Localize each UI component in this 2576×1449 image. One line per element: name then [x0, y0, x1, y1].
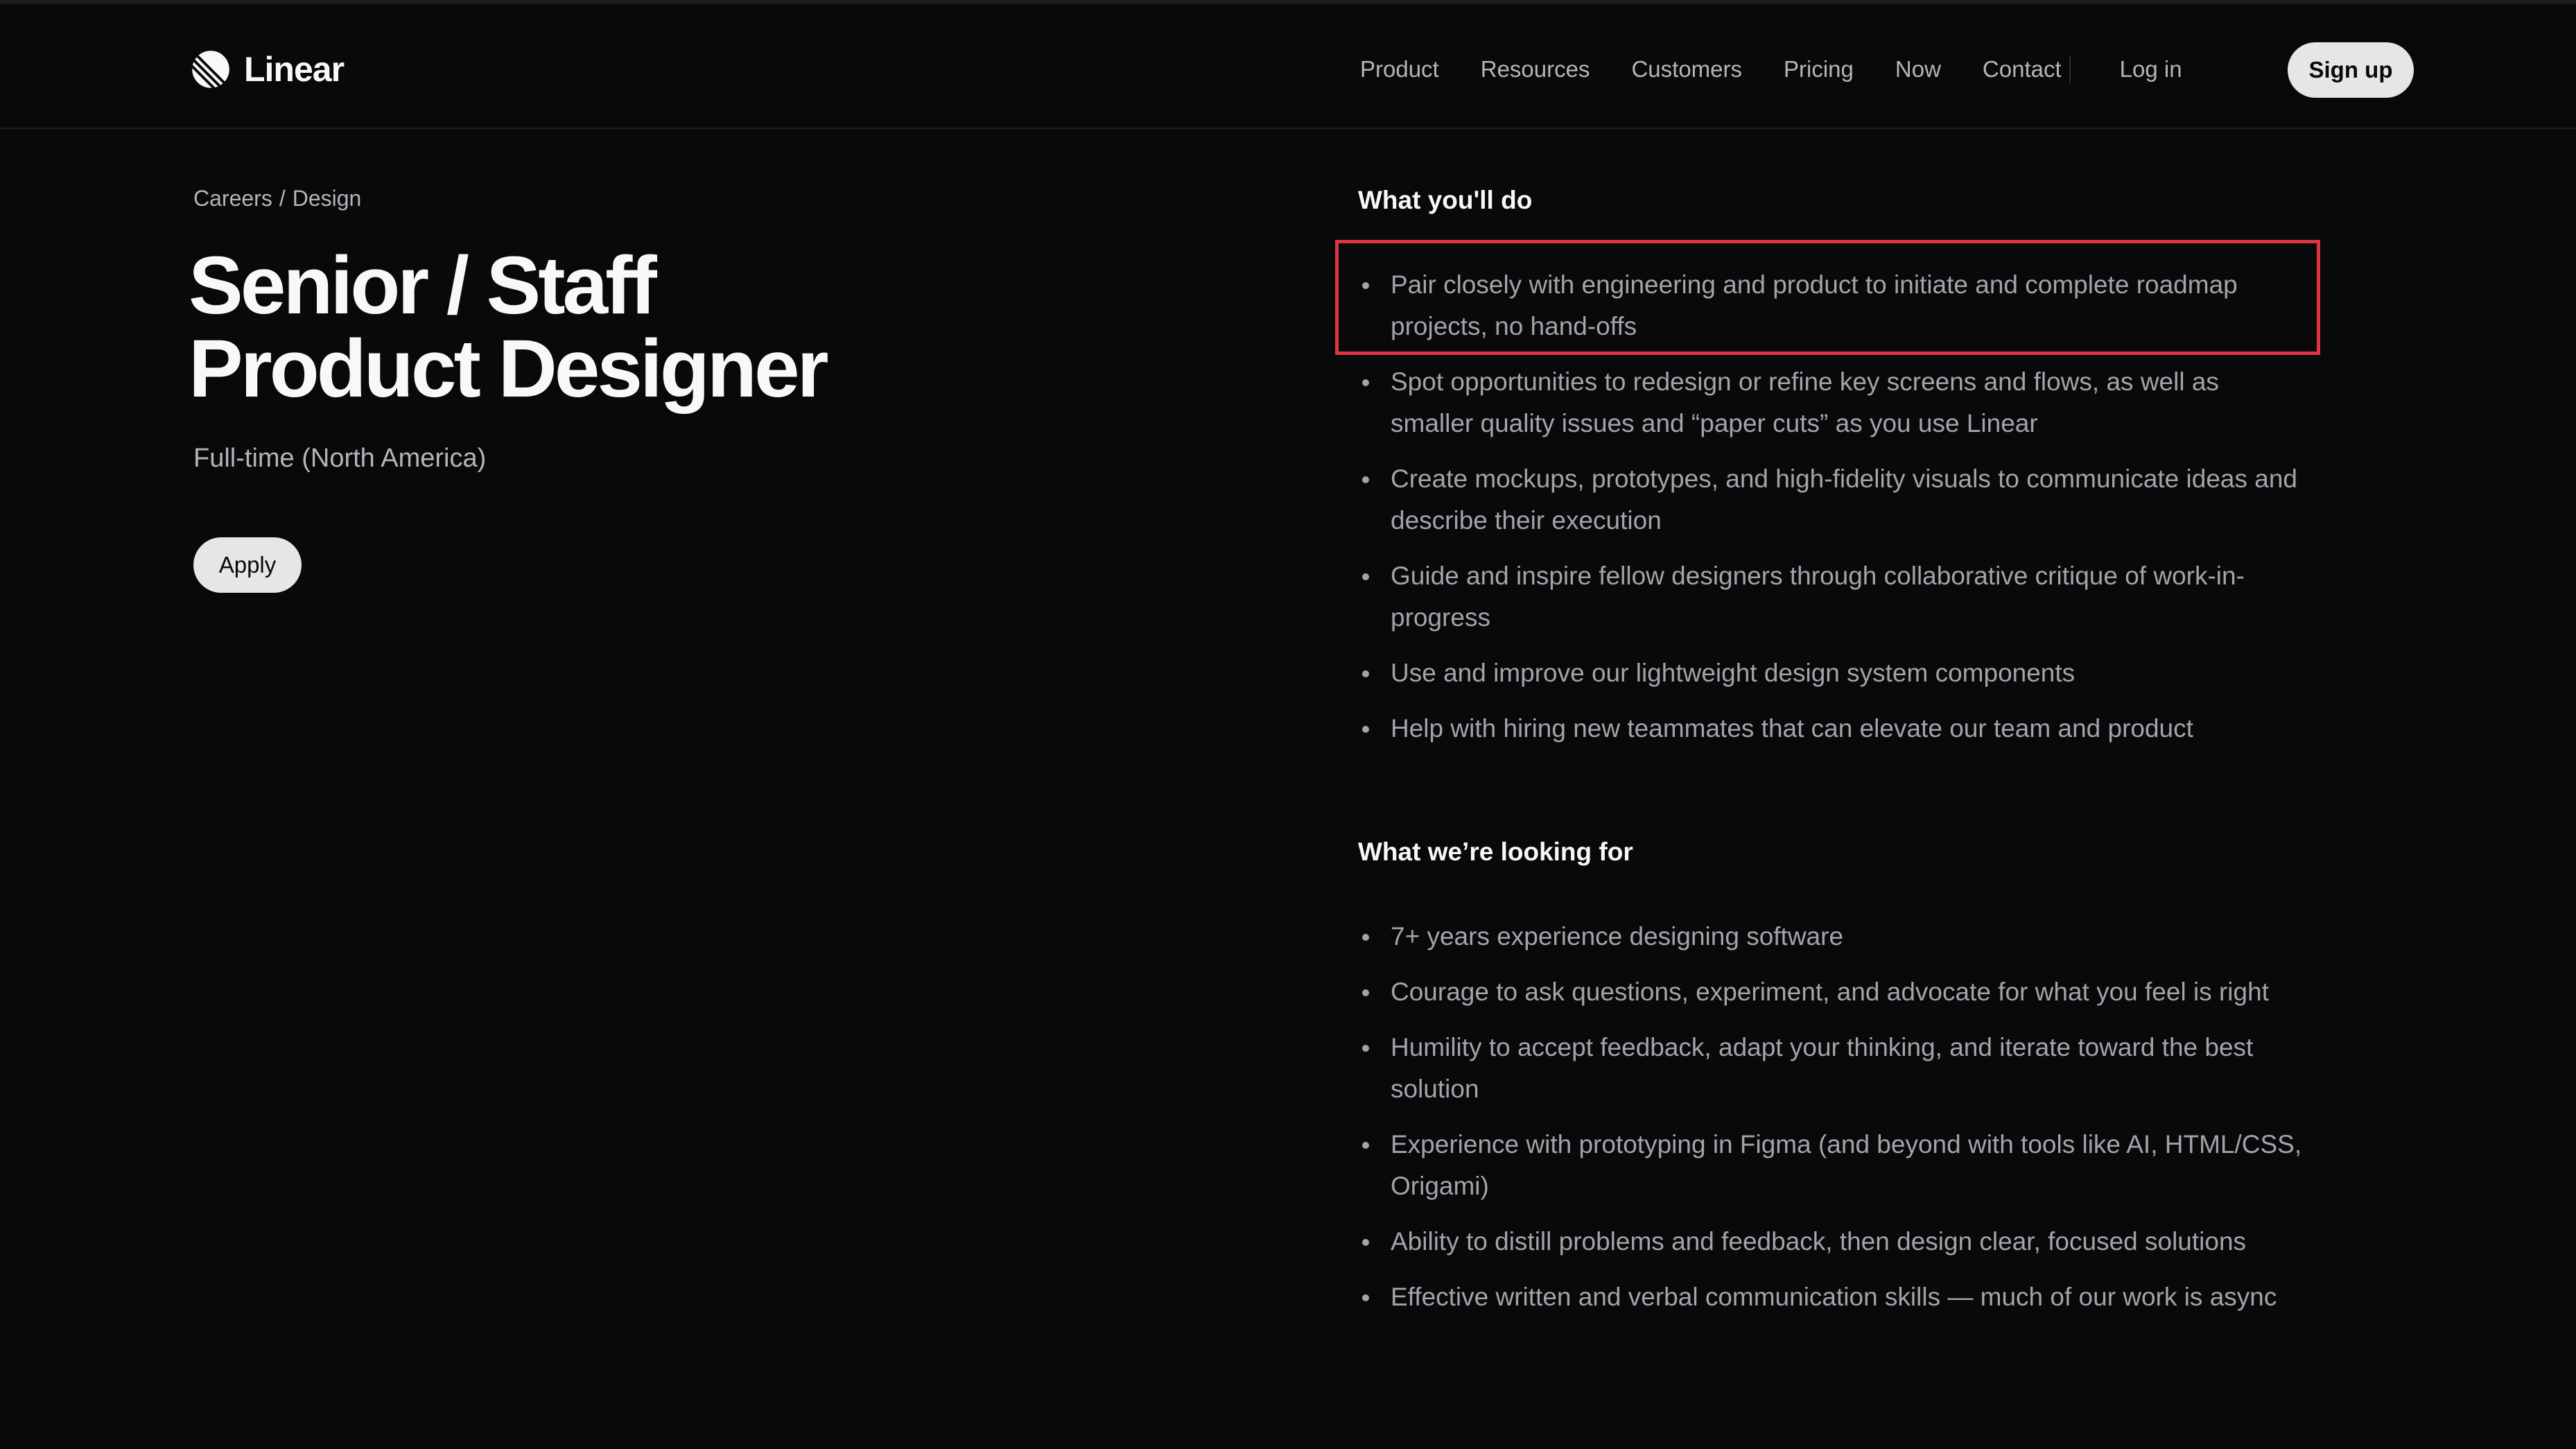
apply-button[interactable]: Apply [193, 537, 302, 593]
bullet-dot-icon [1362, 934, 1369, 941]
bullet-dot-icon [1362, 1294, 1369, 1301]
linear-logo-icon [191, 50, 230, 89]
responsibilities-list: Pair closely with engineering and produc… [1358, 264, 2308, 763]
list-item: Ability to distill problems and feedback… [1358, 1221, 2308, 1263]
section-heading-what-were-looking-for: What we’re looking for [1358, 838, 1633, 866]
list-item: Spot opportunities to redesign or refine… [1358, 361, 2308, 444]
list-item: 7+ years experience designing software [1358, 916, 2308, 957]
list-item: Create mockups, prototypes, and high-fid… [1358, 458, 2308, 541]
list-item: Experience with prototyping in Figma (an… [1358, 1124, 2308, 1207]
bullet-dot-icon [1362, 989, 1369, 996]
signup-button[interactable]: Sign up [2288, 42, 2414, 98]
nav-link-contact[interactable]: Contact [1983, 56, 2062, 83]
brand-name: Linear [244, 50, 345, 89]
nav-link-product[interactable]: Product [1360, 56, 1439, 83]
nav-link-resources[interactable]: Resources [1481, 56, 1590, 83]
job-page: Linear Product Resources Customers Prici… [0, 0, 2576, 1449]
bullet-dot-icon [1362, 573, 1369, 580]
bullet-dot-icon [1362, 282, 1369, 289]
breadcrumb: Careers / Design [193, 186, 361, 211]
bullet-dot-icon [1362, 1239, 1369, 1246]
list-item: Help with hiring new teammates that can … [1358, 708, 2308, 749]
nav-link-now[interactable]: Now [1895, 56, 1941, 83]
main-nav: Product Resources Customers Pricing Now … [1360, 47, 2217, 92]
breadcrumb-design[interactable]: Design [293, 186, 362, 211]
list-item: Guide and inspire fellow designers throu… [1358, 555, 2308, 639]
nav-link-pricing[interactable]: Pricing [1784, 56, 1854, 83]
nav-link-customers[interactable]: Customers [1631, 56, 1742, 83]
breadcrumb-separator: / [279, 186, 286, 211]
bullet-dot-icon [1362, 726, 1369, 733]
login-link[interactable]: Log in [2120, 56, 2182, 83]
list-item: Effective written and verbal communicati… [1358, 1276, 2308, 1318]
nav-divider [2069, 55, 2071, 83]
list-item: Humility to accept feedback, adapt your … [1358, 1027, 2308, 1110]
bullet-dot-icon [1362, 1045, 1369, 1052]
job-title-line-2: Product Designer [189, 323, 829, 415]
list-item: Use and improve our lightweight design s… [1358, 652, 2308, 694]
employment-type: Full-time (North America) [193, 444, 487, 473]
job-title: Senior / Staff Product Designer [189, 244, 1090, 410]
bullet-dot-icon [1362, 476, 1369, 483]
breadcrumb-careers[interactable]: Careers [193, 186, 272, 211]
brand-logo-link[interactable]: Linear [191, 47, 345, 92]
job-title-line-1: Senior / Staff [189, 240, 657, 331]
section-heading-what-youll-do: What you'll do [1358, 186, 1533, 214]
bullet-dot-icon [1362, 379, 1369, 386]
list-item: Pair closely with engineering and produc… [1358, 264, 2308, 347]
bullet-dot-icon [1362, 670, 1369, 677]
requirements-list: 7+ years experience designing software C… [1358, 916, 2308, 1332]
site-header: Linear Product Resources Customers Prici… [0, 4, 2576, 129]
list-item: Courage to ask questions, experiment, an… [1358, 971, 2308, 1013]
bullet-dot-icon [1362, 1142, 1369, 1149]
